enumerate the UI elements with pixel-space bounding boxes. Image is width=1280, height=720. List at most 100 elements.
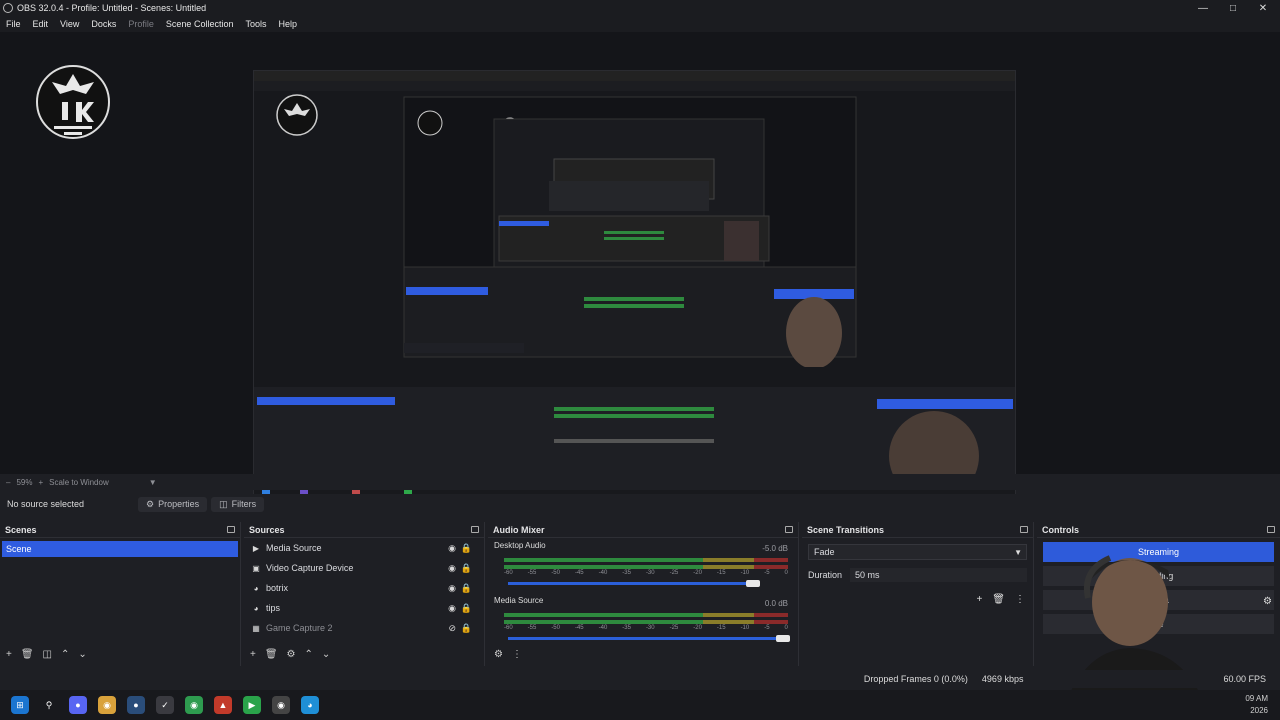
volume-slider[interactable] xyxy=(508,635,790,642)
dropped-frames: Dropped Frames 0 (0.0%) xyxy=(863,674,968,684)
visibility-eye-icon[interactable]: ◉ xyxy=(448,563,456,574)
add-transition-icon[interactable]: + xyxy=(976,594,982,605)
remove-transition-icon[interactable]: 🗑 xyxy=(992,594,1005,605)
scale-dropdown-icon[interactable]: ▼ xyxy=(149,478,157,487)
obs-taskbar-icon[interactable]: ◉ xyxy=(272,696,290,714)
menu-edit[interactable]: Edit xyxy=(27,19,55,29)
undock-icon[interactable] xyxy=(1020,526,1028,533)
source-item[interactable]: ▶ Media Source ◉ 🔒 xyxy=(244,538,484,558)
channel-name: Desktop Audio xyxy=(494,541,546,550)
meter-tick: -35 xyxy=(622,570,631,576)
controls-title: Controls xyxy=(1042,524,1079,535)
add-scene-icon[interactable]: + xyxy=(6,649,12,660)
menu-help[interactable]: Help xyxy=(272,19,303,29)
visibility-eye-icon[interactable]: ◉ xyxy=(448,603,456,614)
lock-icon[interactable]: 🔒 xyxy=(461,603,472,614)
menu-profile[interactable]: Profile xyxy=(122,19,160,29)
minimize-button[interactable]: — xyxy=(1188,0,1218,16)
duration-label: Duration xyxy=(808,570,843,580)
undock-icon[interactable] xyxy=(1267,526,1275,533)
mixer-menu-icon[interactable]: ⋮ xyxy=(512,649,522,660)
meter-tick: -35 xyxy=(622,625,631,631)
meter-tick: -55 xyxy=(527,625,537,631)
source-item[interactable]: ▦ Game Capture 2 ⊘ 🔒 xyxy=(244,618,484,638)
filter-icon: ◫ xyxy=(219,498,228,509)
windows-start-icon[interactable]: ⊞ xyxy=(11,696,29,714)
fps: 60.00 FPS xyxy=(1223,674,1266,684)
chevron-down-icon: ▼ xyxy=(1014,547,1022,557)
move-up-icon[interactable]: ⌃ xyxy=(305,649,313,660)
source-item[interactable]: ▣ Video Capture Device ◉ 🔒 xyxy=(244,558,484,578)
level-meter xyxy=(504,613,788,617)
app-icon[interactable]: ✓ xyxy=(156,696,174,714)
edge-icon[interactable]: ◕ xyxy=(301,696,319,714)
volume-knob[interactable] xyxy=(746,580,760,587)
camera-icon: ▣ xyxy=(252,563,260,573)
undock-icon[interactable] xyxy=(227,526,235,533)
scale-mode[interactable]: Scale to Window xyxy=(49,478,109,487)
remove-source-icon[interactable]: 🗑 xyxy=(265,649,278,660)
lock-icon[interactable]: 🔒 xyxy=(461,543,472,554)
scene-filters-icon[interactable]: ◫ xyxy=(43,649,52,660)
move-down-icon[interactable]: ⌄ xyxy=(78,649,86,660)
close-button[interactable]: ✕ xyxy=(1248,0,1278,16)
menu-scene-collection[interactable]: Scene Collection xyxy=(160,19,240,29)
source-toolbar: No source selected ⚙ Properties ◫ Filter… xyxy=(0,494,1280,514)
menu-docks[interactable]: Docks xyxy=(85,19,122,29)
settings-gear-icon[interactable]: ⚙ xyxy=(1263,596,1272,607)
source-item[interactable]: ◕ botrix ◉ 🔒 xyxy=(244,578,484,598)
preview-canvas[interactable] xyxy=(0,32,1280,500)
meter-tick: -60 xyxy=(504,570,513,576)
volume-knob[interactable] xyxy=(776,635,790,642)
meter-tick: -10 xyxy=(740,625,750,631)
meter-tick: -25 xyxy=(669,570,679,576)
streamers-logo xyxy=(36,65,110,139)
zoom-out-icon[interactable]: – xyxy=(6,478,10,487)
mixer-channel: Media Source 0.0 dB -60 -55 -50 -45 -40 -35 -30-… xyxy=(488,596,798,648)
filters-button[interactable]: ◫ Filters xyxy=(211,496,265,512)
undock-icon[interactable] xyxy=(471,526,479,533)
source-settings-icon[interactable]: ⚙ xyxy=(287,649,296,660)
lock-icon[interactable]: 🔒 xyxy=(461,563,472,574)
discord-icon[interactable]: ● xyxy=(69,696,87,714)
menu-view[interactable]: View xyxy=(54,19,85,29)
shield-icon[interactable]: ▲ xyxy=(214,696,232,714)
menu-file[interactable]: File xyxy=(0,19,27,29)
visibility-eye-icon[interactable]: ◉ xyxy=(448,583,456,594)
scenes-dock: Scenes Scene + 🗑 ◫ ⌃ ⌄ xyxy=(0,522,241,666)
undock-icon[interactable] xyxy=(785,526,793,533)
menu-tools[interactable]: Tools xyxy=(239,19,272,29)
no-source-label: No source selected xyxy=(7,499,85,509)
source-item[interactable]: ◕ tips ◉ 🔒 xyxy=(244,598,484,618)
scene-item[interactable]: Scene xyxy=(2,541,238,557)
browser-icon[interactable]: ◉ xyxy=(185,696,203,714)
steam-icon[interactable]: ● xyxy=(127,696,145,714)
remove-scene-icon[interactable]: 🗑 xyxy=(21,649,34,660)
properties-button[interactable]: ⚙ Properties xyxy=(138,496,208,512)
meter-tick: -30 xyxy=(645,570,655,576)
zoom-in-icon[interactable]: + xyxy=(38,478,43,487)
transition-select[interactable]: Fade ▼ xyxy=(808,544,1027,560)
add-source-icon[interactable]: + xyxy=(250,649,256,660)
move-up-icon[interactable]: ⌃ xyxy=(61,649,69,660)
transition-menu-icon[interactable]: ⋮ xyxy=(1015,594,1025,605)
play-app-icon[interactable]: ▶ xyxy=(243,696,261,714)
meter-tick: -60 xyxy=(504,625,513,631)
duration-input[interactable]: 50 ms xyxy=(850,568,1027,582)
meter-tick: 0 xyxy=(784,625,788,631)
volume-slider[interactable] xyxy=(508,580,760,587)
level-meter xyxy=(504,558,788,562)
meter-tick: -30 xyxy=(645,625,655,631)
maximize-button[interactable]: □ xyxy=(1218,0,1248,16)
visibility-eye-icon[interactable]: ◉ xyxy=(448,543,456,554)
chrome-icon[interactable]: ◉ xyxy=(98,696,116,714)
lock-icon[interactable]: 🔒 xyxy=(461,583,472,594)
search-icon[interactable]: ⚲ xyxy=(40,696,58,714)
meter-tick: -15 xyxy=(716,625,726,631)
advanced-audio-icon[interactable]: ⚙ xyxy=(494,649,503,660)
hidden-eye-icon[interactable]: ⊘ xyxy=(448,623,456,634)
lock-icon[interactable]: 🔒 xyxy=(461,623,472,634)
menu-bar: File Edit View Docks Profile Scene Colle… xyxy=(0,16,1280,32)
meter-tick: -45 xyxy=(574,625,584,631)
move-down-icon[interactable]: ⌄ xyxy=(322,649,330,660)
